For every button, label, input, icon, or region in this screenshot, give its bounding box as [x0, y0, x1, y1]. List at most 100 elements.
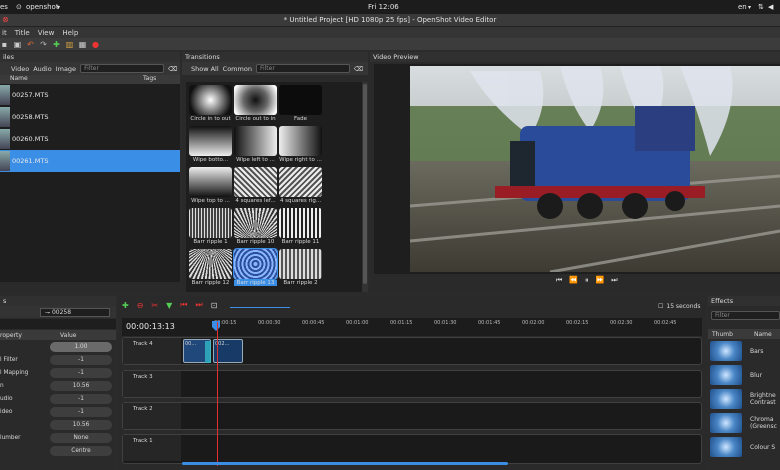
next-marker-icon[interactable]: ⏭ [195, 300, 202, 310]
effect-item[interactable]: Blur [708, 363, 780, 387]
effect-item[interactable]: Brightne Contrast [708, 387, 780, 411]
transition-item[interactable]: Barr ripple 10 [234, 208, 277, 249]
property-row[interactable]: ideo -1 [0, 405, 116, 418]
property-value[interactable]: -1 [50, 393, 112, 404]
redo-icon[interactable]: ↷ [39, 40, 48, 49]
effect-item[interactable]: Bars [708, 339, 780, 363]
effect-item[interactable]: Chroma (Greensc [708, 411, 780, 435]
property-row[interactable]: 1.00 [0, 340, 116, 353]
file-item-selected[interactable]: 00261.MTS [0, 150, 180, 172]
transition-item[interactable]: Circle out to in [234, 85, 277, 126]
column-property[interactable]: roperty [0, 332, 60, 339]
razor-icon[interactable]: ✂ [151, 301, 158, 310]
property-row[interactable]: udio -1 [0, 392, 116, 405]
property-row[interactable]: l Filter -1 [0, 353, 116, 366]
transition-item[interactable]: Barr ripple 1 [189, 208, 232, 249]
clear-filter-icon[interactable]: ⌫ [354, 65, 363, 73]
effects-filter-input[interactable]: Filter [711, 311, 780, 320]
clear-filter-icon[interactable]: ⌫ [168, 65, 177, 73]
property-value[interactable]: Centre [50, 445, 112, 456]
property-row[interactable]: l Mapping -1 [0, 366, 116, 379]
transitions-filter-input[interactable]: Filter [255, 64, 350, 73]
transition-item[interactable]: Barr ripple 2 [279, 249, 322, 290]
previous-marker-icon[interactable]: ⏮ [180, 300, 187, 310]
rewind-icon[interactable]: ⏪ [569, 276, 578, 285]
add-track-icon[interactable]: ✚ [122, 301, 129, 310]
property-value[interactable]: -1 [50, 354, 112, 365]
transition-item[interactable]: Barr ripple 12 [189, 249, 232, 290]
transition-item[interactable]: Fade [279, 85, 322, 126]
files-filter-input[interactable]: Filter [80, 64, 165, 73]
transition-item[interactable]: Wipe left to ... [234, 126, 277, 167]
transition-item[interactable]: Barr ripple 11 [279, 208, 322, 249]
column-tags[interactable]: Tags [143, 75, 156, 84]
file-item[interactable]: 00257.MTS [0, 84, 180, 106]
save-as-icon[interactable]: ▣ [13, 40, 22, 49]
filter-image-tab[interactable]: Image [56, 65, 76, 73]
property-value[interactable]: 1.00 [50, 341, 112, 352]
menu-view[interactable]: View [38, 29, 55, 37]
transition-item[interactable]: Wipe right to ... [279, 126, 322, 167]
transition-item[interactable]: 4 squares rig... [279, 167, 322, 208]
fullscreen-icon[interactable]: ▦ [78, 40, 87, 49]
transition-item[interactable]: Barr ripple 13 [233, 248, 278, 290]
column-value[interactable]: Value [60, 332, 76, 339]
tab-show-all[interactable]: Show All [191, 65, 219, 73]
property-row[interactable]: 10.56 [0, 418, 116, 431]
track-3[interactable]: Track 3 [122, 370, 702, 398]
property-value[interactable]: 10.56 [50, 419, 112, 430]
file-name: 00257.MTS [12, 91, 49, 99]
center-playhead-icon[interactable]: ⊡ [211, 301, 218, 310]
track-2[interactable]: Track 2 [122, 402, 702, 430]
property-row[interactable]: lumber None [0, 431, 116, 444]
property-value[interactable]: 10.56 [50, 380, 112, 391]
save-icon[interactable]: ▪ [0, 40, 9, 49]
property-value[interactable]: -1 [50, 367, 112, 378]
filter-audio-tab[interactable]: Audio [33, 65, 51, 73]
property-value[interactable]: None [50, 432, 112, 443]
jump-start-icon[interactable]: ⏮ [556, 276, 562, 285]
properties-search[interactable] [0, 319, 116, 329]
track-label: Track 3 [123, 371, 181, 397]
file-item[interactable]: 00260.MTS [0, 128, 180, 150]
activities-label[interactable]: es [0, 3, 8, 11]
add-marker-icon[interactable]: ▼ [166, 301, 172, 310]
zoom-slider-track[interactable] [230, 307, 290, 308]
track-4[interactable]: Track 4 00... 002... [122, 337, 702, 365]
column-name[interactable]: Name [10, 75, 143, 84]
property-row[interactable]: n 10.56 [0, 379, 116, 392]
column-thumb[interactable]: Thumb [708, 331, 754, 338]
language-indicator[interactable]: en [738, 3, 747, 11]
transition-item[interactable]: Wipe botto... [189, 126, 232, 167]
jump-end-icon[interactable]: ⏭ [611, 276, 617, 285]
transition-item[interactable]: Wipe top to ... [189, 167, 232, 208]
fast-forward-icon[interactable]: ⏩ [596, 276, 605, 285]
pause-icon[interactable]: ⏸ [585, 276, 589, 285]
transition-marker[interactable] [205, 341, 211, 363]
import-files-icon[interactable]: ✚ [52, 40, 61, 49]
profile-icon[interactable]: ▥ [65, 40, 74, 49]
app-menu[interactable]: openshot [26, 3, 59, 11]
clip-selector[interactable]: ⇁ 00258 [40, 307, 110, 317]
timeline-scrollbar[interactable] [182, 462, 508, 465]
menu-title[interactable]: Title [15, 29, 30, 37]
transitions-scrollbar[interactable] [362, 82, 368, 292]
file-item[interactable]: 00258.MTS [0, 106, 180, 128]
filter-video-tab[interactable]: Video [11, 65, 29, 73]
column-name[interactable]: Name [754, 331, 772, 338]
property-value[interactable]: -1 [50, 406, 112, 417]
snapping-icon[interactable]: ⊖ [137, 301, 144, 310]
menu-help[interactable]: Help [62, 29, 78, 37]
timeline-ruler[interactable]: 00:00:13:13 00:00:15 00:00:30 00:00:45 00:0… [122, 318, 702, 336]
clock[interactable]: Fri 12:06 [368, 3, 399, 11]
menu-edit[interactable]: it [2, 29, 7, 37]
tab-common[interactable]: Common [223, 65, 252, 73]
undo-icon[interactable]: ↶ [26, 40, 35, 49]
export-icon[interactable]: ● [91, 40, 100, 49]
effect-item[interactable]: Colour S [708, 435, 780, 459]
track-1[interactable]: Track 1 [122, 434, 702, 464]
scrollbar-thumb[interactable] [363, 84, 367, 284]
property-row[interactable]: Centre [0, 444, 116, 457]
transition-item[interactable]: 4 squares lef... [234, 167, 277, 208]
transition-item[interactable]: Circle in to out [189, 85, 232, 126]
